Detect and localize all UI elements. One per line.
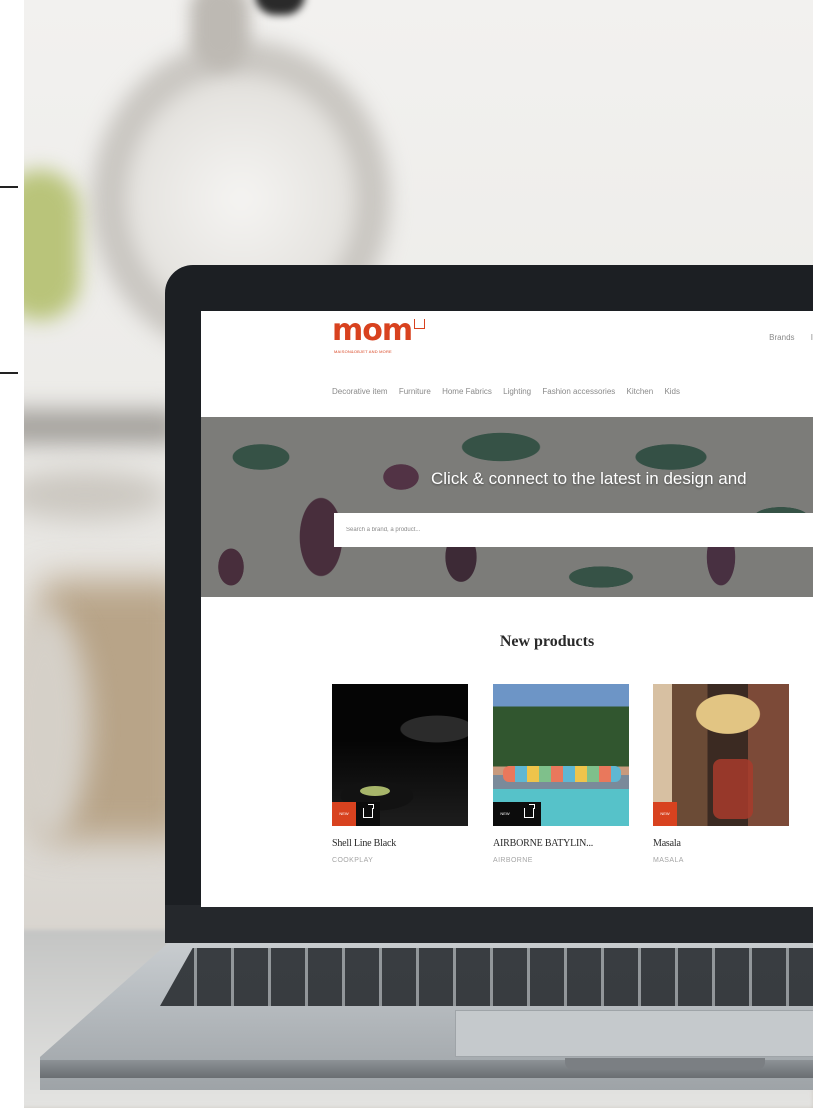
new-badge: NEW	[653, 802, 677, 826]
laptop-hinge-notch	[565, 1058, 765, 1070]
product-image[interactable]: NEW	[493, 684, 629, 826]
hero-overlay	[201, 417, 813, 597]
blurred-pan-handle	[190, 0, 250, 70]
hero-banner: Click & connect to the latest in design …	[201, 417, 813, 597]
nav-item-furniture[interactable]: Furniture	[399, 387, 431, 396]
product-brand[interactable]: COOKPLAY	[332, 857, 468, 864]
product-card[interactable]: NEW Masala MASALA	[653, 684, 789, 864]
laptop-bezel-bottom	[165, 905, 813, 943]
new-badge: NEW	[493, 802, 517, 826]
product-name[interactable]: Masala	[653, 838, 789, 849]
mom-house-icon	[356, 802, 380, 826]
margin-tick-mark	[0, 186, 18, 188]
product-image[interactable]: NEW	[332, 684, 468, 826]
nav-item-fashion-accessories[interactable]: Fashion accessories	[542, 387, 615, 396]
top-links: Brands I	[755, 333, 813, 342]
nav-item-kids[interactable]: Kids	[664, 387, 680, 396]
new-badge: NEW	[332, 802, 356, 826]
nav-item-home-fabrics[interactable]: Home Fabrics	[442, 387, 492, 396]
nav-item-decorative[interactable]: Decorative item	[332, 387, 388, 396]
hero-headline: Click & connect to the latest in design …	[431, 469, 747, 488]
laptop-screen: mom MAISON&OBJET AND MORE Brands I Decor…	[201, 311, 813, 907]
product-name[interactable]: AIRBORNE BATYLIN...	[493, 838, 629, 849]
product-image[interactable]: NEW	[653, 684, 789, 826]
margin-tick-mark	[0, 372, 18, 374]
product-grid: NEW Shell Line Black COOKPLAY NEW AIRBOR…	[332, 684, 813, 884]
site-header: mom MAISON&OBJET AND MORE Brands I Decor…	[201, 311, 813, 417]
left-margin-strip	[0, 0, 24, 1108]
laptop-keyboard	[160, 948, 813, 1006]
logo-tagline: MAISON&OBJET AND MORE	[334, 349, 392, 354]
house-icon	[414, 319, 425, 329]
product-card[interactable]: NEW Shell Line Black COOKPLAY	[332, 684, 468, 864]
blurred-shelf	[0, 410, 180, 444]
logo-wordmark: mom	[332, 313, 413, 348]
product-brand[interactable]: AIRBORNE	[493, 857, 629, 864]
blurred-shelf-lower	[0, 470, 170, 520]
blurred-dark-object	[255, 0, 305, 15]
site-logo[interactable]: mom MAISON&OBJET AND MORE	[332, 313, 432, 361]
nav-item-kitchen[interactable]: Kitchen	[627, 387, 654, 396]
product-name[interactable]: Shell Line Black	[332, 838, 468, 849]
search-input[interactable]	[334, 513, 813, 547]
laptop-trackpad	[455, 1010, 813, 1057]
nav-item-lighting[interactable]: Lighting	[503, 387, 531, 396]
category-nav: Decorative item Furniture Home Fabrics L…	[332, 387, 689, 396]
top-link-brands[interactable]: Brands	[769, 333, 794, 342]
new-products-title: New products	[499, 633, 595, 650]
product-brand[interactable]: MASALA	[653, 857, 789, 864]
mom-house-icon	[517, 802, 541, 826]
product-card[interactable]: NEW AIRBORNE BATYLIN... AIRBORNE	[493, 684, 629, 864]
